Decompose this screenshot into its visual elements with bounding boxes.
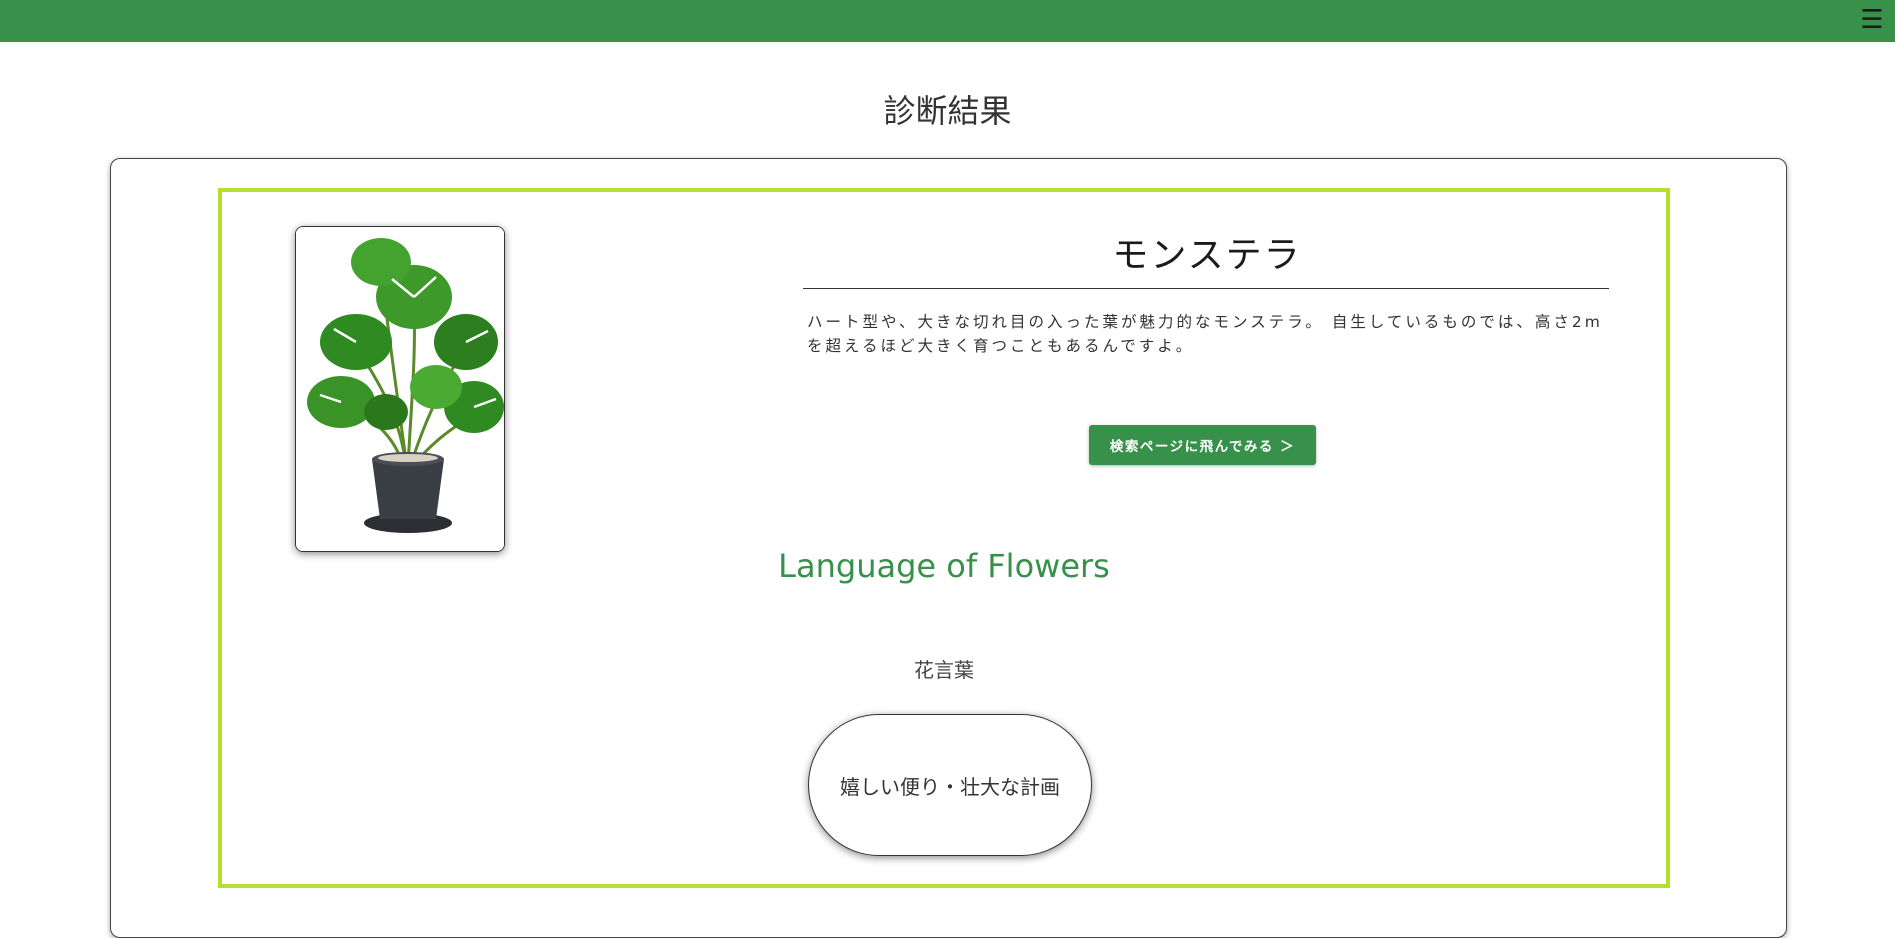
search-page-button[interactable]: 検索ページに飛んでみる ＞ [1089, 425, 1316, 465]
hamburger-menu-icon[interactable]: ☰ [1859, 5, 1885, 35]
plant-name: モンステラ [1112, 235, 1302, 276]
flower-language-badge: 嬉しい便り・壮大な計画 [808, 714, 1092, 856]
result-frame: モンステラ ハート型や、大きな切れ目の入った葉が魅力的なモンステラ。 自生してい… [218, 188, 1670, 888]
result-card: モンステラ ハート型や、大きな切れ目の入った葉が魅力的なモンステラ。 自生してい… [110, 158, 1787, 938]
monstera-plant-photo [296, 227, 504, 551]
page-title: 診断結果 [883, 92, 1012, 130]
plant-description: ハート型や、大きな切れ目の入った葉が魅力的なモンステラ。 自生しているものでは、… [807, 313, 1603, 355]
language-of-flowers-heading: Language of Flowers [778, 547, 1110, 585]
flower-language-text: 嬉しい便り・壮大な計画 [840, 774, 1060, 799]
top-nav-bar: ☰ [0, 0, 1895, 42]
title-divider [803, 288, 1609, 289]
plant-image [295, 226, 505, 552]
flower-language-label: 花言葉 [914, 658, 974, 682]
